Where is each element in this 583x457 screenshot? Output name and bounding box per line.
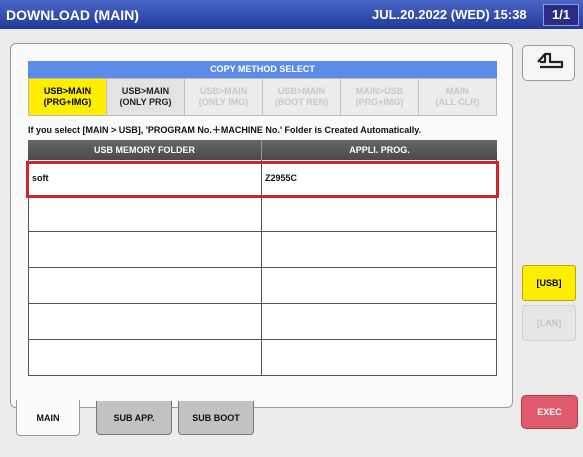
program-cell: Z2955C (265, 172, 298, 183)
column-header-usb-folder: USB MEMORY FOLDER (28, 140, 262, 160)
tab-main[interactable]: MAIN (16, 400, 80, 436)
method-usb-main-only-img[interactable]: USB>MAIN (ONLY IMG) (185, 79, 263, 115)
info-notice: If you select [MAIN > USB], 'PROGRAM No.… (28, 125, 422, 135)
program-cell (262, 268, 496, 303)
program-cell (262, 304, 496, 339)
program-cell (262, 196, 496, 231)
page-indicator: 1/1 (543, 4, 579, 26)
program-cell (262, 340, 496, 375)
back-button[interactable] (522, 45, 575, 81)
tab-sub-boot[interactable]: SUB BOOT (178, 401, 254, 435)
table-row[interactable] (28, 340, 497, 376)
folder-cell (29, 232, 262, 267)
table-row[interactable] (28, 268, 497, 304)
method-usb-main-boot-ren[interactable]: USB>MAIN (BOOT REN) (263, 79, 341, 115)
date-time: JUL.20.2022 (WED) 15:38 (372, 7, 527, 22)
usb-button[interactable]: [USB] (522, 265, 576, 301)
folder-cell (29, 196, 262, 231)
folder-cell (29, 340, 262, 375)
method-usb-main-only-prg[interactable]: USB>MAIN (ONLY PRG) (107, 79, 185, 115)
copy-method-header: COPY METHOD SELECT (28, 61, 497, 78)
return-arrow-icon (532, 49, 566, 78)
folder-cell (29, 304, 262, 339)
screen-title: DOWNLOAD (MAIN) (6, 7, 139, 23)
table-row[interactable] (28, 196, 497, 232)
folder-cell: soft (29, 160, 262, 195)
table-row[interactable]: soft Z2955C (28, 160, 497, 196)
exec-button[interactable]: EXEC (521, 395, 578, 429)
copy-method-options: USB>MAIN (PRG+IMG) USB>MAIN (ONLY PRG) U… (28, 78, 497, 116)
method-usb-main-prg-img[interactable]: USB>MAIN (PRG+IMG) (29, 79, 107, 115)
method-main-all-clr[interactable]: MAIN (ALL CLR) (419, 79, 496, 115)
method-main-usb-prg-img[interactable]: MAIN>USB (PRG+IMG) (341, 79, 419, 115)
tab-sub-app[interactable]: SUB APP. (96, 401, 172, 435)
table-header: USB MEMORY FOLDER APPLI. PROG. (28, 140, 497, 160)
table-row[interactable] (28, 232, 497, 268)
table-row[interactable] (28, 304, 497, 340)
lan-button[interactable]: [LAN] (522, 305, 576, 341)
folder-cell (29, 268, 262, 303)
column-header-appli-prog: APPLI. PROG. (349, 145, 410, 155)
title-bar: DOWNLOAD (MAIN) JUL.20.2022 (WED) 15:38 … (0, 0, 583, 29)
program-cell (262, 232, 496, 267)
folder-table: USB MEMORY FOLDER APPLI. PROG. soft Z295… (28, 140, 497, 376)
